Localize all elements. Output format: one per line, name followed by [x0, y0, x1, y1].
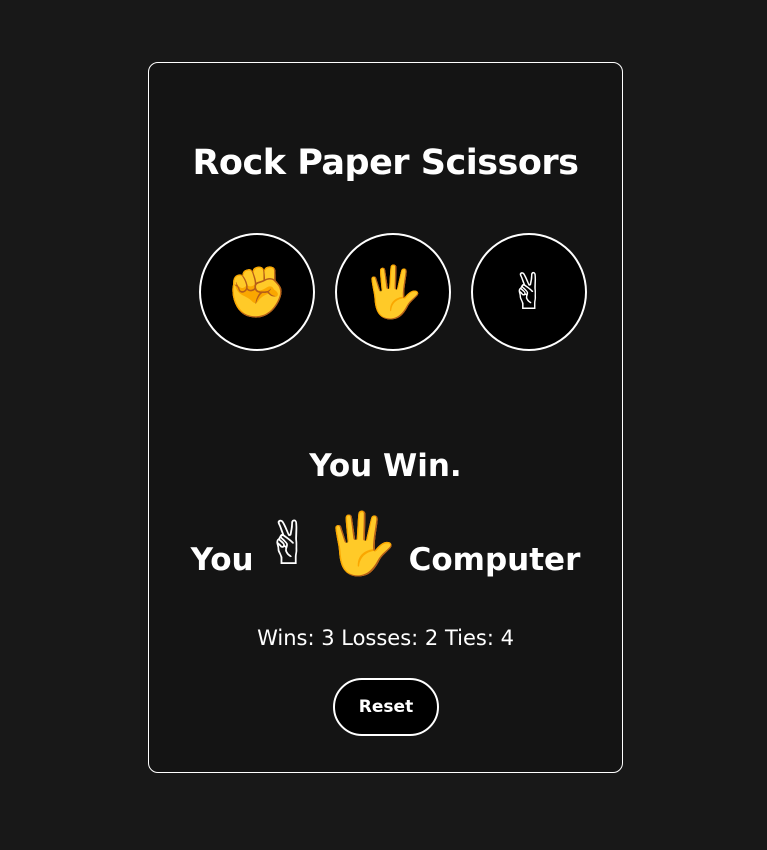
reset-button[interactable]: Reset	[333, 678, 439, 736]
matchup-row: You ✌ 🖐 Computer	[149, 514, 622, 578]
paper-button[interactable]: 🖐	[335, 233, 451, 351]
page-title: Rock Paper Scissors	[192, 143, 579, 183]
paper-hand-icon: 🖐	[361, 263, 425, 321]
score-tally: Wins: 3 Losses: 2 Ties: 4	[257, 626, 514, 650]
game-card: Rock Paper Scissors ✊ 🖐 ✌ You Win. You ✌…	[148, 62, 623, 773]
computer-choice-paper-icon: 🖐	[323, 509, 399, 579]
computer-label: Computer	[408, 542, 581, 578]
result-text: You Win.	[309, 448, 462, 484]
scissors-button[interactable]: ✌	[471, 233, 587, 351]
rock-fist-icon: ✊	[225, 263, 289, 321]
player-label: You	[190, 542, 254, 578]
player-choice-scissors-icon: ✌	[263, 509, 314, 579]
scissors-victory-hand-icon: ✌	[508, 263, 550, 321]
choice-buttons: ✊ 🖐 ✌	[199, 233, 587, 351]
rock-button[interactable]: ✊	[199, 233, 315, 351]
